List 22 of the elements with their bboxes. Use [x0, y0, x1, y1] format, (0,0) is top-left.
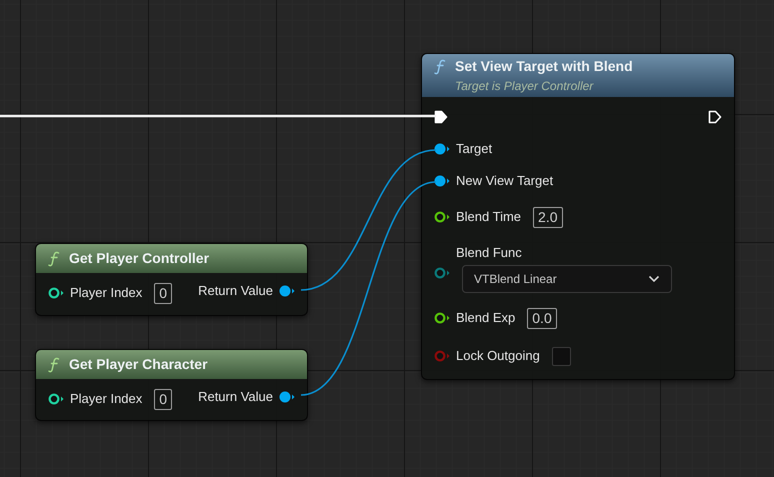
pin-label: Blend Time: [456, 208, 522, 226]
pin-label: Player Index: [70, 390, 142, 408]
node-title: Set View Target with Blend: [455, 57, 633, 76]
pin-label: Lock Outgoing: [456, 347, 540, 366]
pin-label: Return Value: [198, 282, 273, 300]
pin-label: New View Target: [456, 172, 554, 190]
pin-label: Blend Func: [456, 244, 523, 262]
node-card[interactable]: Get Player Character Player Index 0 Return Value: [35, 349, 308, 421]
pin-label: Blend Exp: [456, 309, 516, 328]
node-card[interactable]: Get Player Controller Player Index 0 Return Value: [35, 243, 308, 316]
pin-label: Player Index: [70, 284, 142, 302]
dropdown[interactable]: VTBlend Linear: [462, 264, 672, 292]
pin-label: Target: [456, 140, 492, 158]
node-title: Get Player Character: [69, 355, 208, 374]
value-field[interactable]: 0.0: [527, 308, 557, 328]
node-title: Get Player Controller: [69, 249, 210, 268]
node-subtitle: Target is Player Controller: [454, 78, 595, 95]
node-card[interactable]: Set View Target with Blend Target is Player Controller Target New View Target Blend Time 2.0 Blend Func VTBlend Linear Blend Exp 0.0 Lock Outgoing: [421, 53, 735, 380]
value-field[interactable]: 0: [154, 388, 172, 410]
pin-label: Return Value: [198, 388, 273, 406]
value-field[interactable]: 0: [154, 282, 172, 304]
value-field[interactable]: 2.0: [533, 206, 563, 228]
